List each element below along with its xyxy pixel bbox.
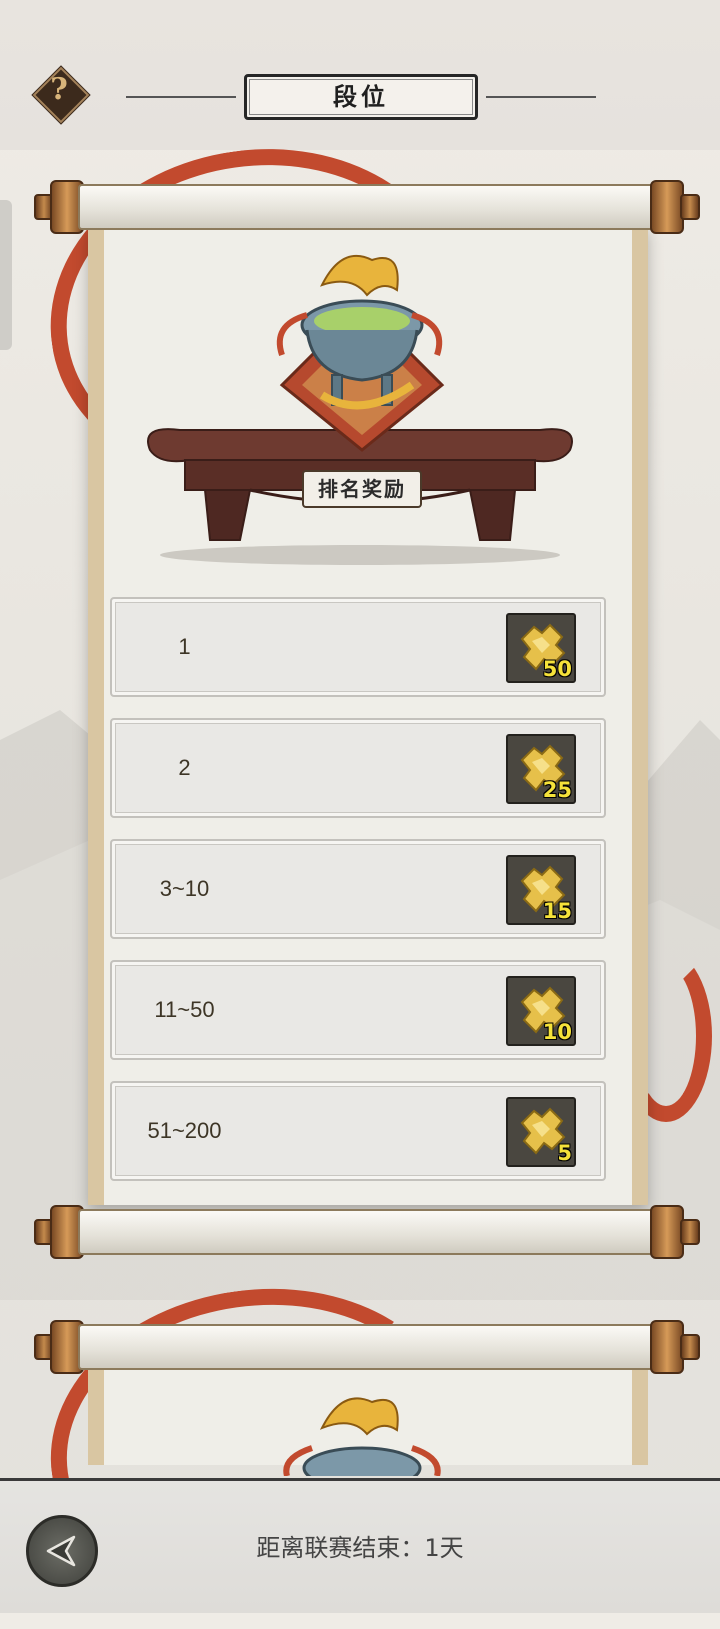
league-countdown: 距离联赛结束：1天: [256, 1534, 464, 1562]
rod-cap: [650, 180, 684, 234]
item-count: 15: [542, 899, 572, 923]
bronze-cauldron-dragon-emblem: [283, 1397, 441, 1476]
reward-list: 1 50 2 25 3~10 15 11~50 10 51~200 5: [110, 597, 606, 1202]
side-handle[interactable]: [0, 200, 12, 350]
scroll-rod-top: [34, 1320, 700, 1374]
rank-range: 11~50: [154, 997, 215, 1022]
scroll-rod-bottom: [34, 1205, 700, 1259]
item-count: 50: [542, 657, 572, 681]
scroll-rod-top: [34, 180, 700, 234]
rod-cap: [650, 1320, 684, 1374]
rank-range: 2: [178, 755, 191, 780]
item-count: 5: [557, 1141, 572, 1165]
reward-row: 51~200 5: [110, 1081, 606, 1181]
rank-range: 51~200: [147, 1118, 222, 1143]
rod-bar: [78, 184, 656, 230]
question-mark-icon: ?: [50, 72, 68, 107]
reward-item[interactable]: 50: [506, 613, 576, 683]
bronze-cauldron-dragon-emblem: [276, 255, 445, 452]
rank-range: 3~10: [159, 876, 210, 901]
reward-row: 1 50: [110, 597, 606, 697]
item-count: 25: [542, 778, 572, 802]
rod-bar: [78, 1324, 656, 1370]
reward-item[interactable]: 10: [506, 976, 576, 1046]
reward-item[interactable]: 25: [506, 734, 576, 804]
page-title: 段位: [244, 74, 478, 120]
rod-knob: [680, 1219, 700, 1245]
reward-row: 2 25: [110, 718, 606, 818]
rod-knob: [680, 1334, 700, 1360]
rank-range: 1: [178, 634, 191, 659]
title-divider-right: [486, 96, 596, 98]
title-divider-left: [126, 96, 236, 98]
ranking-rewards-label: 排名奖励: [302, 470, 422, 508]
help-button[interactable]: ?: [32, 66, 90, 124]
item-count: 10: [542, 1020, 572, 1044]
reward-item[interactable]: 15: [506, 855, 576, 925]
rod-bar: [78, 1209, 656, 1255]
reward-row: 11~50 10: [110, 960, 606, 1060]
reward-row: 3~10 15: [110, 839, 606, 939]
rod-cap: [650, 1205, 684, 1259]
rod-knob: [680, 194, 700, 220]
reward-item[interactable]: 5: [506, 1097, 576, 1167]
